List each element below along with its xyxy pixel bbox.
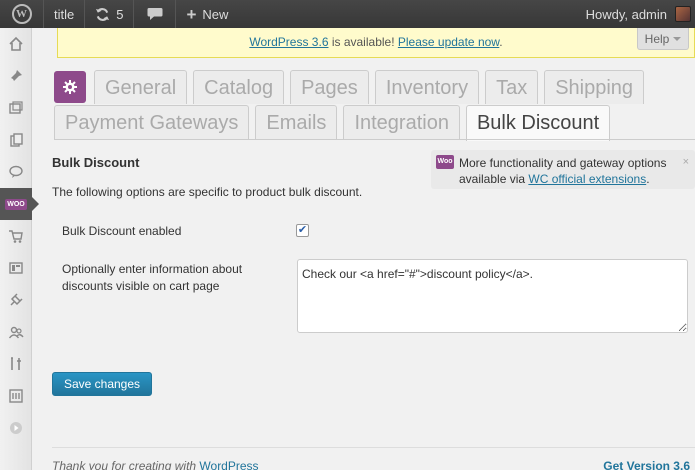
settings-tabs-row-2: Payment Gateways Emails Integration Bulk…: [54, 105, 616, 141]
tab-bulk-discount[interactable]: Bulk Discount: [465, 105, 611, 141]
update-now-link[interactable]: Please update now: [398, 35, 499, 49]
collapse-icon[interactable]: [0, 412, 32, 444]
dismiss-icon[interactable]: ×: [683, 154, 689, 170]
woo-logo-icon: WOO: [5, 198, 27, 210]
admin-menu: WOO: [0, 28, 39, 470]
tab-integration[interactable]: Integration: [343, 105, 460, 139]
woocommerce-icon[interactable]: WOO: [0, 188, 39, 220]
media-icon[interactable]: [0, 92, 32, 124]
tab-tax[interactable]: Tax: [485, 70, 539, 104]
extensions-link[interactable]: WC official extensions: [528, 172, 646, 186]
new-label: New: [202, 6, 229, 22]
updates-link[interactable]: 5: [85, 0, 135, 28]
greeting: Howdy, admin: [585, 6, 667, 22]
help-tab-button[interactable]: Help: [637, 28, 689, 50]
footer-thanks-text: Thank you for creating with: [52, 459, 200, 470]
settings-gear-icon: [54, 71, 86, 103]
cart-info-textarea[interactable]: Check our <a href="#">discount policy</a…: [297, 259, 688, 333]
tab-payment-gateways[interactable]: Payment Gateways: [54, 105, 250, 139]
section-description: The following options are specific to pr…: [52, 185, 363, 199]
dashboard-icon[interactable]: [0, 28, 32, 60]
woo-logo-icon: Woo: [436, 155, 454, 169]
get-version-link[interactable]: Get Version 3.6: [603, 459, 690, 470]
posts-icon[interactable]: [0, 60, 32, 92]
wp-logo-menu[interactable]: W: [0, 0, 44, 28]
products-icon[interactable]: [0, 220, 32, 252]
update-nag-text: is available!: [328, 35, 398, 49]
tab-divider: [54, 139, 695, 140]
updates-count: 5: [116, 6, 124, 22]
admin-bar: W title 5 + New Howdy, admin: [0, 0, 695, 28]
plus-icon: +: [186, 4, 197, 24]
tab-shipping[interactable]: Shipping: [544, 70, 645, 104]
save-changes-button[interactable]: Save changes: [52, 372, 152, 396]
checkmark-icon: ✔: [297, 224, 308, 236]
update-nag-end: .: [499, 35, 503, 49]
plugins-icon[interactable]: [0, 284, 32, 316]
tab-pages[interactable]: Pages: [290, 70, 369, 104]
settings-icon[interactable]: [0, 380, 32, 412]
site-name-link[interactable]: title: [44, 0, 86, 28]
settings-tabs-row-1: General Catalog Pages Inventory Tax Ship…: [54, 70, 650, 104]
tab-emails[interactable]: Emails: [255, 105, 338, 139]
update-nag: WordPress 3.6 is available! Please updat…: [57, 28, 695, 58]
enabled-label: Bulk Discount enabled: [62, 224, 182, 238]
tools-icon[interactable]: [0, 348, 32, 380]
bulk-discount-enabled-checkbox[interactable]: ✔: [296, 224, 309, 237]
tab-inventory[interactable]: Inventory: [374, 70, 480, 104]
extensions-promo: Woo More functionality and gateway optio…: [431, 150, 695, 189]
comment-bubble-icon: [147, 8, 163, 20]
comments-link[interactable]: [134, 0, 177, 28]
wordpress-version-link[interactable]: WordPress 3.6: [249, 35, 328, 49]
comments-icon[interactable]: [0, 156, 32, 188]
pages-icon[interactable]: [0, 124, 32, 156]
refresh-icon: [96, 7, 110, 21]
new-content-menu[interactable]: + New: [176, 0, 238, 28]
footer-divider: [52, 447, 695, 448]
footer-thanks: Thank you for creating with WordPress: [52, 459, 259, 470]
help-label: Help: [644, 31, 670, 46]
users-icon[interactable]: [0, 316, 32, 348]
info-label: Optionally enter information about disco…: [62, 262, 243, 293]
appearance-icon[interactable]: [0, 252, 32, 284]
wordpress-link[interactable]: WordPress: [199, 459, 258, 470]
avatar: [675, 6, 691, 22]
tab-catalog[interactable]: Catalog: [193, 70, 285, 104]
section-title: Bulk Discount: [52, 155, 140, 170]
tab-general[interactable]: General: [94, 70, 188, 104]
caret-down-icon: [673, 36, 682, 41]
wordpress-logo-icon: W: [11, 4, 32, 24]
promo-text-end: .: [646, 172, 650, 186]
my-account-menu[interactable]: Howdy, admin: [586, 0, 695, 28]
